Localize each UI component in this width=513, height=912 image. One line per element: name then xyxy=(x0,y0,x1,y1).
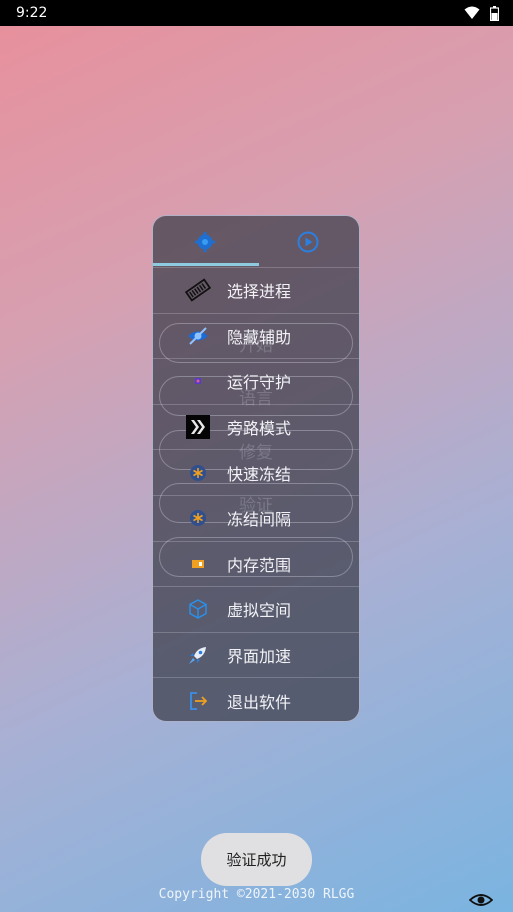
freeze-interval-icon xyxy=(184,504,212,532)
freeze-icon xyxy=(184,459,212,487)
memory-chip-icon xyxy=(184,276,212,304)
exit-icon xyxy=(184,687,212,715)
rocket-icon xyxy=(184,641,212,669)
menu-item-bypass-mode[interactable]: 旁路模式 xyxy=(153,403,359,450)
play-circle-icon xyxy=(297,231,318,252)
gear-icon xyxy=(194,231,215,252)
battery-icon xyxy=(490,5,499,21)
menu-item-virtual-space[interactable]: 虚拟空间 xyxy=(153,586,359,632)
toast-message: 验证成功 xyxy=(201,833,312,886)
status-bar: 9:22 xyxy=(0,0,513,26)
memory-range-icon xyxy=(184,550,212,578)
menu-item-label: 隐藏辅助 xyxy=(227,327,292,347)
guard-dot-icon xyxy=(184,367,212,395)
menu-item-exit-app[interactable]: 退出软件 xyxy=(153,677,359,721)
bypass-chevrons-icon xyxy=(184,413,212,441)
menu-item-label: 内存范围 xyxy=(227,555,292,575)
panel-tabs xyxy=(153,216,359,267)
menu-item-label: 旁路模式 xyxy=(227,419,292,439)
menu-item-label: 选择进程 xyxy=(227,282,292,302)
copyright-text: Copyright ©2021-2030 RLGG xyxy=(158,887,355,902)
menu-item-hide-assist[interactable]: 隐藏辅助 xyxy=(153,312,359,359)
menu-item-freeze-interval[interactable]: 冻结间隔 xyxy=(153,494,359,541)
menu-item-label: 退出软件 xyxy=(227,692,292,712)
menu-item-label: 冻结间隔 xyxy=(227,510,292,530)
tab-settings[interactable] xyxy=(153,216,256,267)
status-icons xyxy=(464,5,499,21)
menu-list: 选择进程 隐藏辅助 运行守护 旁路模式 快速冻结 冻结间隔 内存范围 虚拟空间 … xyxy=(153,267,359,721)
cube-icon xyxy=(184,595,212,623)
menu-item-label: 运行守护 xyxy=(227,373,292,393)
menu-item-label: 快速冻结 xyxy=(227,464,292,484)
floating-menu-panel: 开始 语言 修复 验证 选择进程 隐藏辅助 运行守护 旁路模式 快速冻结 冻结间… xyxy=(152,215,360,722)
menu-item-ui-acceleration[interactable]: 界面加速 xyxy=(153,631,359,678)
menu-item-quick-freeze[interactable]: 快速冻结 xyxy=(153,449,359,495)
menu-item-select-process[interactable]: 选择进程 xyxy=(153,267,359,313)
tab-run[interactable] xyxy=(256,216,359,267)
menu-item-label: 虚拟空间 xyxy=(227,601,292,621)
menu-item-label: 界面加速 xyxy=(227,647,292,667)
eye-icon[interactable] xyxy=(469,892,493,908)
menu-item-run-guard[interactable]: 运行守护 xyxy=(153,358,359,404)
active-tab-indicator xyxy=(153,263,259,266)
eye-slash-icon xyxy=(184,322,212,350)
status-time: 9:22 xyxy=(16,5,48,21)
menu-item-memory-range[interactable]: 内存范围 xyxy=(153,540,359,587)
wifi-icon xyxy=(464,6,480,19)
app-screen: 9:22 开始 语言 修复 验证 选择进程 隐藏辅助 运行守护 旁路模式 快速冻… xyxy=(0,0,513,912)
